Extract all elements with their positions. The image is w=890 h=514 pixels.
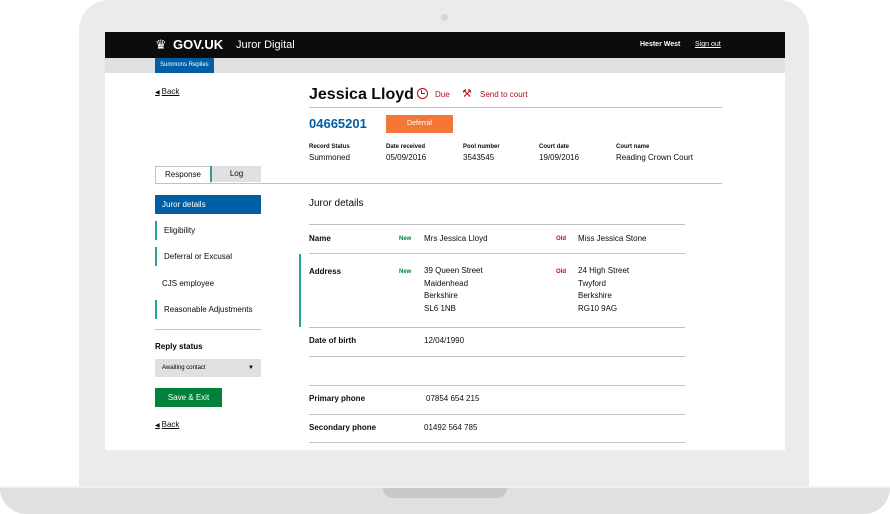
pool-number-value: 3543545 [463, 153, 495, 162]
address-new-line-4: SL6 1NB [424, 304, 457, 313]
record-status-value: Summoned [309, 153, 350, 162]
sidenav-divider [155, 329, 261, 330]
send-to-court-link[interactable]: Send to court [480, 90, 528, 100]
row-divider [309, 224, 685, 225]
address-old-line-4: RG10 9AG [578, 304, 618, 313]
due-status: Due [435, 90, 450, 99]
address-old-line-1: 24 High Street [578, 266, 630, 275]
address-label: Address [309, 267, 342, 276]
govuk-header: ♛ GOV.UK Juror Digital Hester West Sign … [105, 32, 785, 58]
address-new-line-2: Maidenhead [424, 279, 469, 288]
signout-link[interactable]: Sign out [695, 40, 721, 50]
changed-marker [299, 254, 301, 327]
back-link-top[interactable]: ◀ Back [155, 87, 179, 98]
secondary-phone-value: 01492 564 785 [424, 423, 478, 432]
chevron-down-icon: ▼ [248, 365, 254, 371]
name-old-value: Miss Jessica Stone [578, 234, 647, 243]
name-new-value: Mrs Jessica Lloyd [424, 234, 488, 243]
date-received-value: 05/09/2016 [386, 153, 427, 162]
summons-replies-tab[interactable]: Summons Replies [155, 58, 214, 73]
laptop-notch [383, 488, 507, 498]
address-old-line-2: Twyford [578, 279, 607, 288]
row-divider [309, 414, 685, 415]
dob-label: Date of birth [309, 336, 357, 345]
pool-number-label: Pool number [463, 144, 500, 150]
govuk-logo[interactable]: GOV.UK [173, 37, 223, 53]
sidenav-deferral-excusal[interactable]: Deferral or Excusal [155, 247, 261, 266]
row-divider [309, 327, 685, 328]
address-new-line-3: Berkshire [424, 291, 458, 300]
back-arrow-icon: ◀ [155, 423, 160, 429]
back-arrow-icon: ◀ [155, 90, 160, 96]
sidenav-reasonable-adjustments[interactable]: Reasonable Adjustments [155, 300, 261, 319]
tab-log[interactable]: Log [210, 166, 261, 182]
reply-status-label: Reply status [155, 342, 203, 351]
juror-details-heading: Juror details [309, 198, 364, 209]
new-tag: New [399, 236, 412, 242]
camera-dot [441, 14, 448, 21]
court-date-label: Court date [539, 144, 569, 150]
row-divider [309, 356, 685, 357]
save-exit-button[interactable]: Save & Exit [155, 388, 222, 407]
old-tag: Old [556, 236, 566, 242]
service-name[interactable]: Juror Digital [236, 38, 295, 52]
secondary-phone-label: Secondary phone [309, 423, 377, 432]
new-tag: New [399, 269, 412, 275]
sidenav-juror-details[interactable]: Juror details [155, 195, 261, 214]
court-name-value: Reading Crown Court [616, 153, 693, 162]
dob-value: 12/04/1990 [424, 336, 465, 345]
gavel-icon: ⚒ [462, 88, 472, 100]
address-old-line-3: Berkshire [578, 291, 612, 300]
tabs-divider [155, 183, 722, 184]
old-tag: Old [556, 269, 566, 275]
record-status-label: Record Status [309, 144, 350, 150]
clock-icon [417, 88, 428, 99]
primary-phone-label: Primary phone [309, 394, 366, 403]
tab-response[interactable]: Response [155, 166, 211, 183]
reply-status-select[interactable]: Awaiting contact ▼ [155, 359, 261, 377]
court-name-label: Court name [616, 144, 650, 150]
user-name: Hester West [640, 41, 681, 48]
date-received-label: Date received [386, 144, 426, 150]
row-divider [309, 385, 685, 386]
back-link-bottom[interactable]: ◀ Back [155, 420, 179, 431]
row-divider [309, 442, 685, 443]
name-label: Name [309, 234, 331, 243]
sidenav-cjs-employee[interactable]: CJS employee [155, 274, 261, 293]
juror-number: 04665201 [309, 116, 367, 131]
screen: ♛ GOV.UK Juror Digital Hester West Sign … [105, 32, 785, 450]
deferral-badge: Deferral [386, 115, 453, 133]
juror-name: Jessica Lloyd [309, 86, 414, 103]
primary-phone-value: 07854 654 215 [426, 394, 480, 403]
address-new-line-1: 39 Queen Street [424, 266, 483, 275]
divider [309, 107, 722, 108]
sidenav-eligibility[interactable]: Eligibility [155, 221, 261, 240]
crown-icon: ♛ [155, 37, 167, 52]
row-divider [309, 253, 685, 254]
court-date-value: 19/09/2016 [539, 153, 580, 162]
